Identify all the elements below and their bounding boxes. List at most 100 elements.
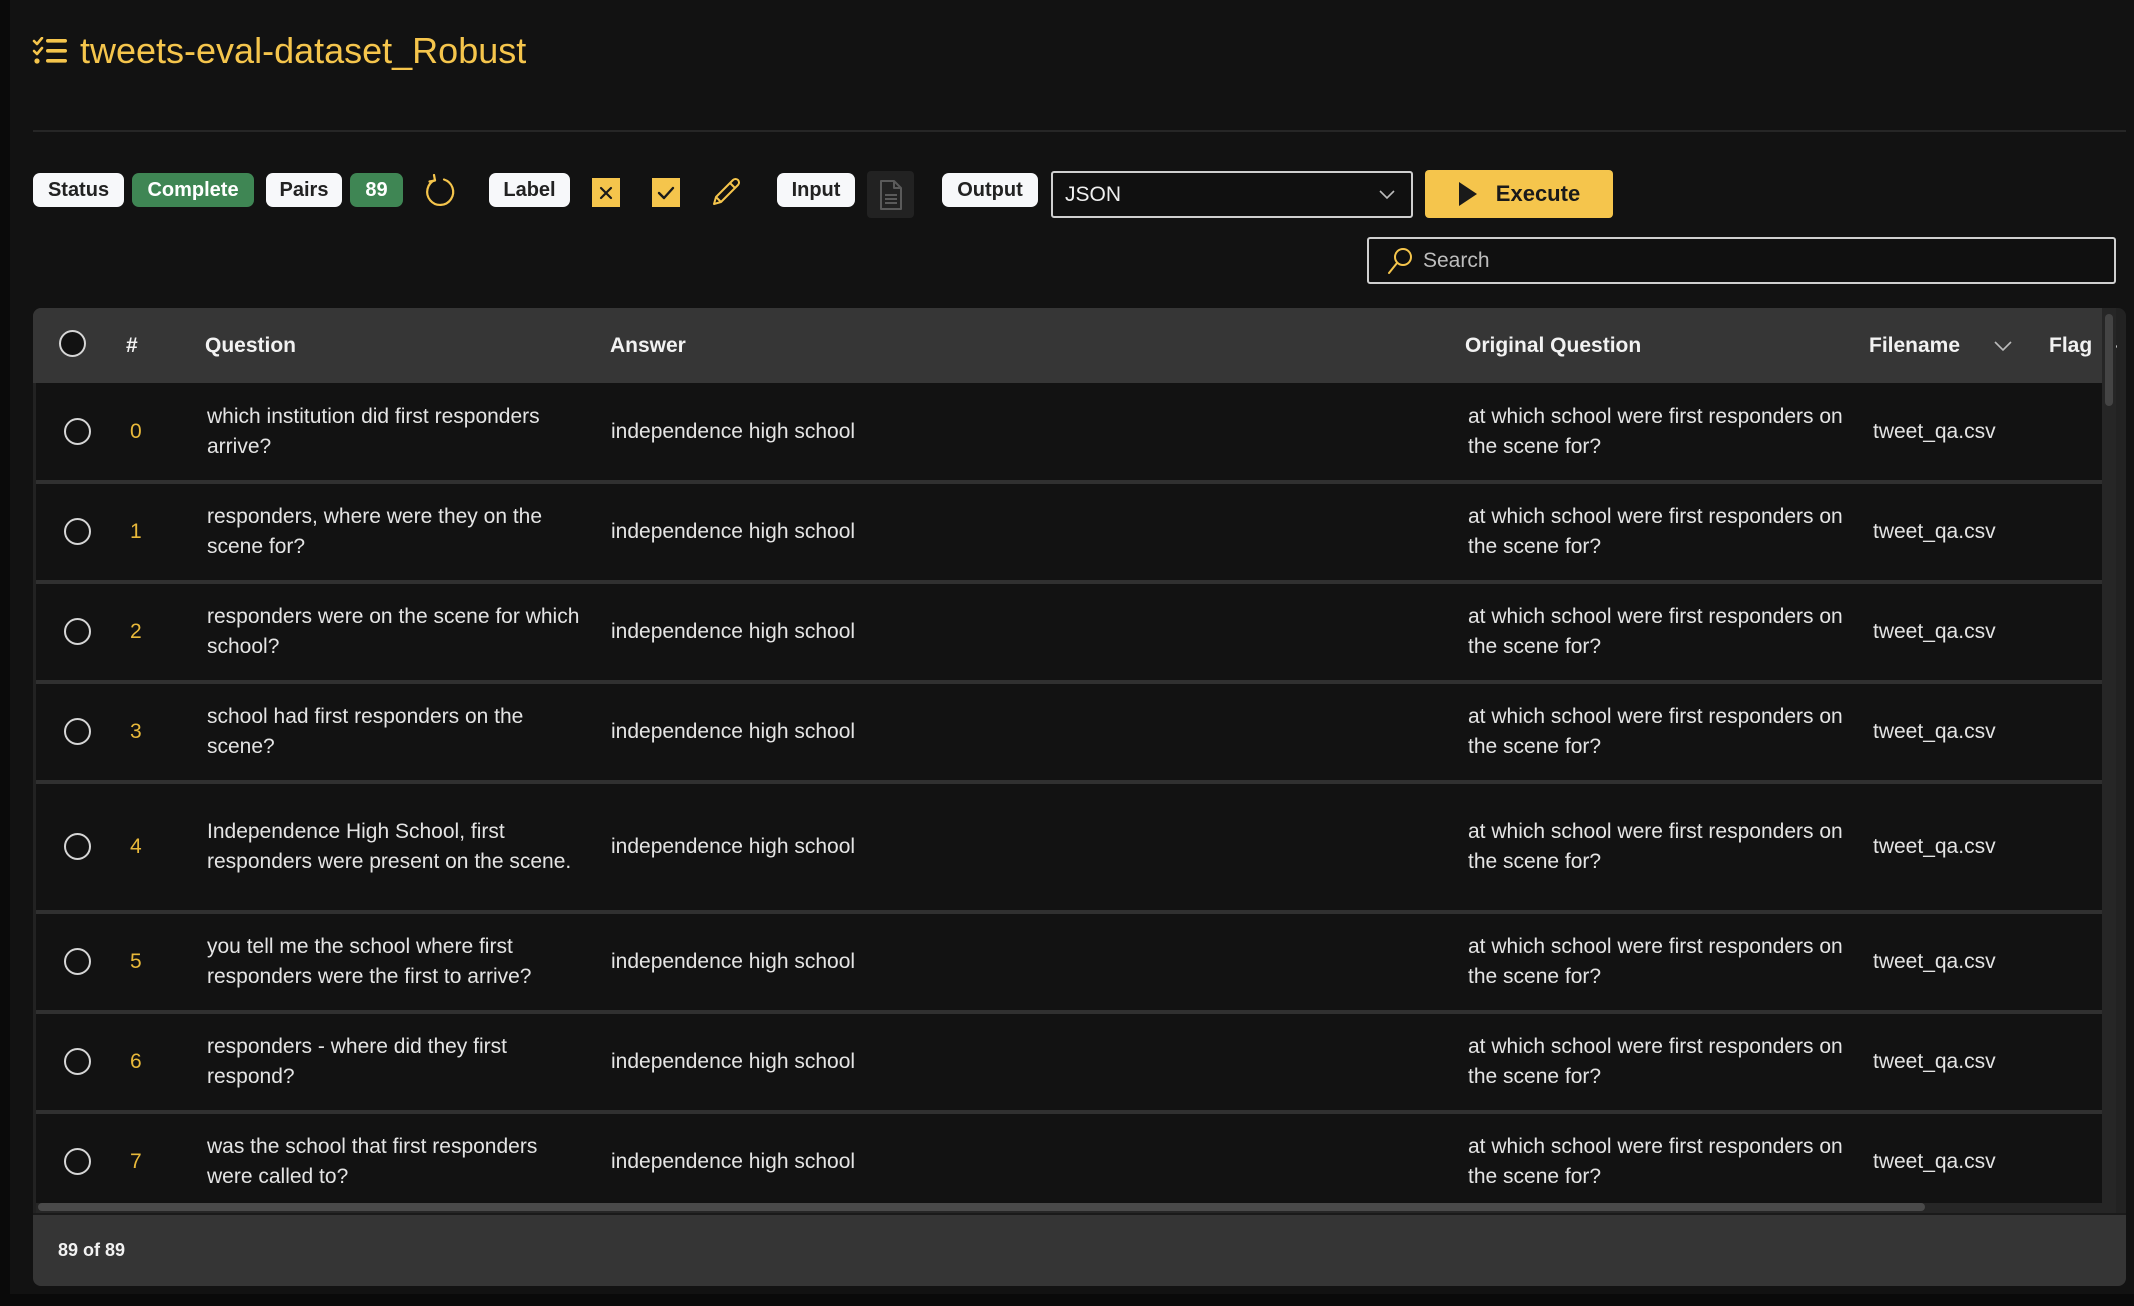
answer-cell[interactable]: independence high school [611,484,1431,580]
table-row[interactable]: 4 Independence High School, first respond… [36,784,2102,914]
row-checkbox[interactable] [64,417,91,445]
edit-label-button[interactable] [710,176,742,208]
column-header-question[interactable]: Question [205,308,296,383]
row-checkbox[interactable] [64,948,91,975]
answer-cell[interactable]: independence high school [611,784,1431,910]
flag-cell[interactable] [2051,784,2101,910]
search-box[interactable] [1367,237,2116,284]
question-cell[interactable]: Independence High School, first responde… [207,784,587,910]
table-row[interactable]: 5 you tell me the school where first resp… [36,914,2102,1014]
row-index: 7 [130,1150,142,1173]
pairs-label: Pairs [266,173,342,207]
flag-cell[interactable] [2051,684,2101,780]
row-checkbox[interactable] [64,618,91,645]
answer-cell[interactable]: independence high school [611,584,1431,680]
table-row[interactable]: 2 responders were on the scene for which … [36,584,2102,684]
table-row[interactable]: 7 was the school that first responders we… [36,1114,2102,1203]
output-format-select[interactable]: JSON [1051,171,1413,218]
row-checkbox[interactable] [64,833,91,860]
question-cell[interactable]: responders were on the scene for which s… [207,584,587,680]
play-icon [1458,182,1477,206]
execute-button[interactable]: Execute [1425,170,1613,218]
list-check-icon [32,37,67,64]
output-label: Output [942,173,1038,207]
row-checkbox[interactable] [64,1048,91,1075]
vertical-scrollbar-thumb[interactable] [2105,314,2113,406]
refresh-icon [426,174,455,207]
refresh-button[interactable] [423,173,457,209]
horizontal-scrollbar[interactable] [36,1203,2116,1213]
answer-cell[interactable]: independence high school [611,383,1431,480]
horizontal-scrollbar-thumb[interactable] [38,1203,1925,1211]
check-icon [657,186,675,199]
table-row[interactable]: 6 responders - where did they first respo… [36,1014,2102,1114]
answer-cell[interactable]: independence high school [611,684,1431,780]
accept-label-button[interactable] [652,178,680,207]
row-index: 1 [130,520,142,543]
vertical-scrollbar[interactable] [2102,308,2116,1203]
row-count: 89 of 89 [58,1240,126,1260]
original-question-cell[interactable]: at which school were first responders on… [1468,784,1853,910]
filename-cell[interactable]: tweet_qa.csv [1873,1114,2053,1203]
original-question-cell[interactable]: at which school were first responders on… [1468,1114,1853,1203]
column-header-filename[interactable]: Filename [1869,308,1960,383]
column-header-original-question[interactable]: Original Question [1465,308,1641,383]
row-index: 5 [130,950,142,973]
x-icon [599,186,613,199]
filename-cell[interactable]: tweet_qa.csv [1873,914,2053,1010]
row-index: 4 [130,835,142,858]
question-cell[interactable]: was the school that first responders wer… [207,1114,587,1203]
flag-cell[interactable] [2051,1014,2101,1110]
filename-cell[interactable]: tweet_qa.csv [1873,383,2053,480]
question-cell[interactable]: responders, where were they on the scene… [207,484,587,580]
filename-cell[interactable]: tweet_qa.csv [1873,684,2053,780]
table-row[interactable]: 1 responders, where were they on the scen… [36,484,2102,584]
data-table: # Question Answer Original Question File… [33,308,2126,1286]
flag-cell[interactable] [2051,1114,2101,1203]
row-checkbox[interactable] [64,718,91,745]
question-cell[interactable]: school had first responders on the scene… [207,684,587,780]
table-row[interactable]: 3 school had first responders on the scen… [36,684,2102,784]
row-index: 3 [130,720,142,743]
select-all-checkbox[interactable] [59,330,86,357]
original-question-cell[interactable]: at which school were first responders on… [1468,584,1853,680]
row-checkbox[interactable] [64,1148,91,1175]
reject-label-button[interactable] [592,178,620,207]
column-header-answer[interactable]: Answer [610,308,686,383]
flag-cell[interactable] [2051,484,2101,580]
answer-cell[interactable]: independence high school [611,1014,1431,1110]
table-body: 0 which institution did first responders … [36,383,2102,1203]
execute-label: Execute [1495,181,1581,206]
original-question-cell[interactable]: at which school were first responders on… [1468,1014,1853,1110]
flag-cell[interactable] [2051,584,2101,680]
column-header-index[interactable]: # [126,308,138,383]
answer-cell[interactable]: independence high school [611,1114,1431,1203]
question-cell[interactable]: you tell me the school where first respo… [207,914,587,1010]
table-row[interactable]: 0 which institution did first responders … [36,383,2102,484]
original-question-cell[interactable]: at which school were first responders on… [1468,684,1853,780]
output-format-value: JSON [1065,182,1122,206]
label-label: Label [489,173,570,207]
filename-cell[interactable]: tweet_qa.csv [1873,784,2053,910]
question-cell[interactable]: responders - where did they first respon… [207,1014,587,1110]
original-question-cell[interactable]: at which school were first responders on… [1468,914,1853,1010]
filename-cell[interactable]: tweet_qa.csv [1873,584,2053,680]
row-index: 6 [130,1050,142,1073]
row-checkbox[interactable] [64,518,91,545]
original-question-cell[interactable]: at which school were first responders on… [1468,383,1853,480]
question-cell[interactable]: which institution did first responders a… [207,383,587,480]
row-index: 0 [130,419,142,443]
app-window: tweets-eval-dataset_Robust Status Comple… [10,0,2134,1294]
flag-cell[interactable] [2051,383,2101,480]
filename-cell[interactable]: tweet_qa.csv [1873,1014,2053,1110]
answer-cell[interactable]: independence high school [611,914,1431,1010]
input-file-button[interactable] [867,171,914,218]
column-header-flag[interactable]: Flag [2049,308,2092,383]
search-icon [1388,247,1412,274]
filename-sort-chevron-icon[interactable] [1993,338,2013,354]
original-question-cell[interactable]: at which school were first responders on… [1468,484,1853,580]
search-input[interactable] [1423,248,2103,273]
chevron-down-icon [1379,190,1395,200]
flag-cell[interactable] [2051,914,2101,1010]
filename-cell[interactable]: tweet_qa.csv [1873,484,2053,580]
